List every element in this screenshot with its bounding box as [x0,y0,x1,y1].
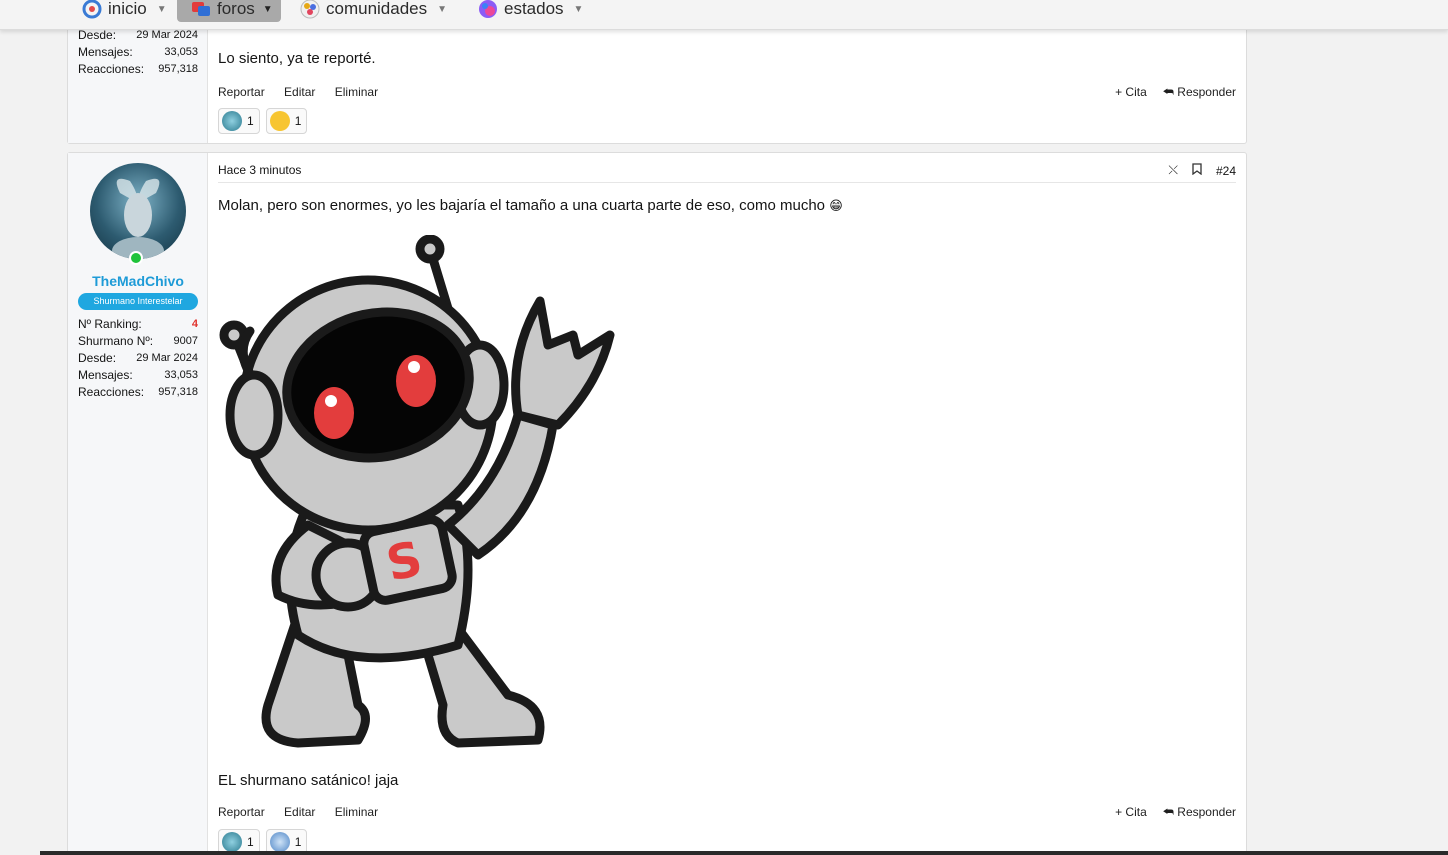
grin-emoji-icon: 😁 [829,198,843,213]
post-actions: Reportar Editar Eliminar + Cita ⮪ Respon… [218,805,1236,820]
planet-reaction-icon [222,832,242,852]
username[interactable]: TheMadChivo [68,273,208,289]
comunidades-icon [300,0,320,19]
stat-label: Mensajes: [78,368,133,382]
laughing-emoji-icon [269,111,290,131]
reaction-chip[interactable]: 1 [218,108,260,134]
inicio-logo-icon [82,0,102,19]
stat-label: Shurmano Nº: [78,334,154,348]
post-number-link[interactable]: #24 [1216,164,1236,178]
quote-button[interactable]: + Cita [1115,805,1147,820]
post-message-text: Molan, pero son enormes, yo les bajaría … [218,197,826,214]
user-title-badge: Shurmano Interestelar [78,293,198,310]
stat-row: Nº Ranking: 4 [78,316,198,333]
nav-estados-label: estados [504,0,564,18]
planet-reaction-icon [222,111,242,131]
post-message: Molan, pero son enormes, yo les bajaría … [218,197,843,214]
reply-label: Responder [1177,85,1236,99]
nav-inicio[interactable]: inicio ▼ [82,0,167,22]
post-actions: Reportar Editar Eliminar + Cita ⮪ Respon… [218,85,1236,100]
chevron-down-icon[interactable]: ▼ [437,4,447,15]
reactions-bar: 1 1 [218,108,308,134]
stat-value: 957,318 [158,386,198,398]
delete-link[interactable]: Eliminar [335,85,378,99]
stat-label: Reacciones: [78,385,145,399]
stat-value: 9007 [173,335,198,347]
post-time[interactable]: Hace 3 minutos [218,163,301,177]
user-sidebar: TheMadChivo Shurmano Interestelar Nº Ran… [68,153,208,855]
nav-foros-label: foros [217,0,255,18]
stat-label: Desde: [78,351,117,365]
post-24: TheMadChivo Shurmano Interestelar Nº Ran… [67,152,1247,855]
foros-icon [192,2,210,16]
stat-label: Reacciones: [78,62,145,76]
reaction-count: 1 [247,835,254,849]
nav-comunidades-label: comunidades [326,0,428,18]
reply-button[interactable]: ⮪ Responder [1163,805,1236,820]
online-status-dot [129,251,143,265]
chevron-down-icon[interactable]: ▼ [263,4,273,15]
bookmark-icon[interactable] [1192,163,1202,178]
nav-comunidades[interactable]: comunidades ▼ [300,0,447,22]
goat-avatar-image [112,178,164,259]
reaction-count: 1 [294,835,302,849]
chevron-down-icon[interactable]: ▼ [157,4,167,15]
stat-row: Mensajes: 33,053 [78,44,198,61]
reply-icon: ⮪ [1162,805,1174,819]
stat-label: Nº Ranking: [78,317,142,331]
stat-row: Desde: 29 Mar 2024 [78,350,198,367]
nav-foros[interactable]: foros ▼ [177,0,281,22]
bottom-scrollbar[interactable] [40,851,1448,855]
report-link[interactable]: Reportar [218,805,265,819]
stat-value: 957,318 [158,63,198,75]
reaction-count: 1 [294,114,302,128]
delete-link[interactable]: Eliminar [335,805,378,819]
nav-inicio-label: inicio [108,0,147,18]
stat-row: Shurmano Nº: 9007 [78,333,198,350]
top-nav: inicio ▼ foros ▼ comunidades ▼ estados ▼ [0,0,1448,30]
reply-icon: ⮪ [1162,85,1174,99]
avatar[interactable] [90,163,186,259]
report-link[interactable]: Reportar [218,85,265,99]
estados-icon [479,0,497,18]
post-message: Lo siento, ya te reporté. [218,50,376,67]
stat-value: 4 [191,318,198,330]
post-header: Hace 3 minutos ⤬ #24 [218,163,1236,183]
reply-label: Responder [1177,805,1236,819]
user-stats: Desde: 29 Mar 2024 Mensajes: 33,053 Reacci… [78,27,198,78]
stat-row: Mensajes: 33,053 [78,367,198,384]
stat-value: 29 Mar 2024 [136,352,198,364]
stat-value: 33,053 [164,369,198,381]
reaction-chip[interactable]: 1 [265,108,308,134]
quote-button[interactable]: + Cita [1115,85,1147,100]
edit-link[interactable]: Editar [284,85,315,99]
stat-row: Reacciones: 957,318 [78,61,198,78]
stat-row: Reacciones: 957,318 [78,384,198,401]
post-message-footer: EL shurmano satánico! jaja [218,772,399,789]
stat-label: Mensajes: [78,45,133,59]
nav-estados[interactable]: estados ▼ [478,0,583,22]
share-icon[interactable]: ⤬ [1168,163,1178,178]
chevron-down-icon[interactable]: ▼ [574,4,584,15]
reaction-count: 1 [247,114,254,128]
globe-reaction-icon [269,832,290,852]
edit-link[interactable]: Editar [284,805,315,819]
astronaut-mascot-image[interactable]: S [218,235,618,750]
user-stats: Nº Ranking: 4 Shurmano Nº: 9007 Desde: 29 M… [78,316,198,401]
reply-button[interactable]: ⮪ Responder [1163,85,1236,100]
stat-value: 33,053 [164,46,198,58]
